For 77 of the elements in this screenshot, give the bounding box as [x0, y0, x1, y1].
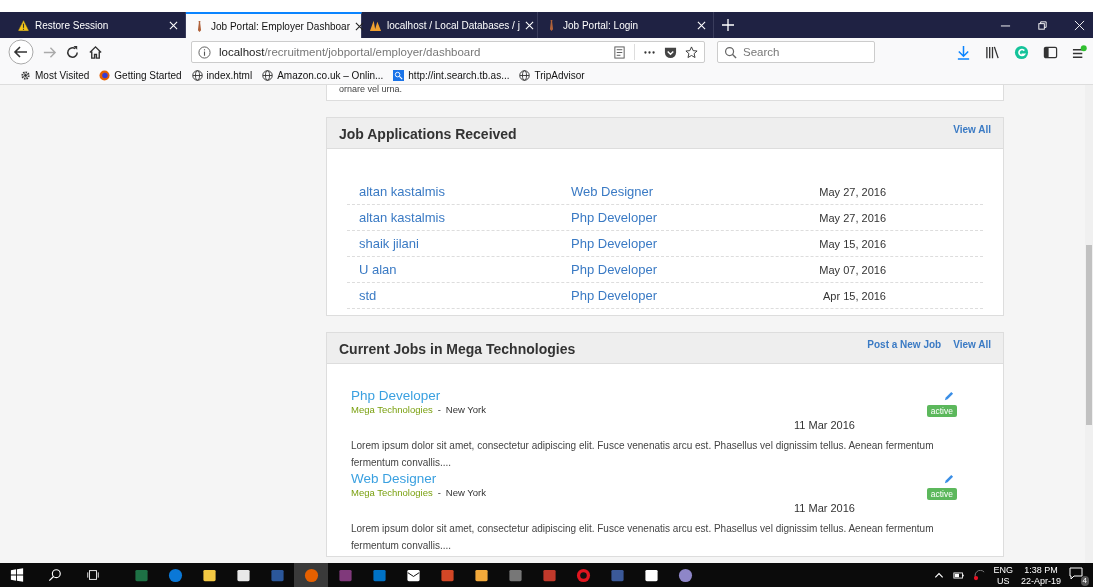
bookmark-item[interactable]: Getting Started: [99, 69, 182, 81]
job-link[interactable]: Php Developer: [571, 236, 796, 251]
info-icon: [198, 45, 211, 59]
new-tab-icon[interactable]: [722, 19, 734, 31]
bookmark-item[interactable]: Amazon.co.uk – Onlin...: [262, 69, 384, 81]
globe-icon: [191, 69, 203, 81]
bookmark-star-icon[interactable]: [685, 45, 698, 59]
separator-text: -: [437, 487, 441, 498]
view-all-link[interactable]: View All: [953, 124, 991, 135]
clock[interactable]: 1:38 PM 22-Apr-19: [1020, 563, 1061, 587]
library-icon[interactable]: [985, 44, 1000, 60]
job-link[interactable]: Php Developer: [571, 262, 796, 277]
search-icon[interactable]: [48, 568, 62, 582]
scrollbar[interactable]: [1085, 85, 1093, 563]
job-link[interactable]: Php Developer: [571, 210, 796, 225]
applicant-link[interactable]: U alan: [347, 262, 571, 277]
gear-icon: [20, 69, 31, 81]
separator-text: -: [437, 404, 441, 415]
date-text: Apr 15, 2016: [822, 289, 886, 302]
date-text: May 15, 2016: [818, 237, 886, 250]
close-icon[interactable]: [354, 21, 364, 31]
windows-start-icon[interactable]: [10, 568, 24, 582]
globe-icon: [262, 69, 274, 81]
home-icon[interactable]: [88, 44, 103, 60]
back-icon[interactable]: [8, 39, 34, 65]
company-text: Mega Technologies: [351, 487, 433, 498]
menu-icon[interactable]: [1072, 44, 1087, 60]
job-title-link[interactable]: Web Designer: [351, 471, 486, 486]
applicant-link[interactable]: altan kastalmis: [347, 210, 571, 225]
search-icon: [393, 69, 405, 81]
wifi-icon[interactable]: [973, 569, 986, 581]
company-text: Mega Technologies: [351, 404, 433, 415]
post-job-link[interactable]: Post a New Job: [867, 339, 942, 350]
date-text: May 27, 2016: [818, 185, 886, 198]
bookmark-item[interactable]: Most Visited: [20, 69, 90, 81]
sail-icon: [369, 18, 382, 32]
description-text: ornare vel urna.: [339, 85, 404, 94]
date-text: May 07, 2016: [818, 263, 886, 276]
location-text: New York: [445, 404, 486, 415]
status-badge: active: [926, 405, 957, 417]
job-link[interactable]: Php Developer: [571, 288, 796, 303]
search-field[interactable]: Search: [717, 41, 875, 63]
applicant-link[interactable]: shaik jilani: [347, 236, 571, 251]
battery-icon[interactable]: [953, 569, 966, 581]
edit-icon[interactable]: [943, 474, 954, 485]
download-icon[interactable]: [956, 44, 971, 60]
applicant-link[interactable]: std: [347, 288, 571, 303]
pocket-icon[interactable]: [664, 45, 677, 59]
panel-title: Job Applications Received: [339, 126, 517, 142]
restore-icon[interactable]: [1037, 19, 1048, 31]
view-all-link[interactable]: View All: [953, 339, 991, 350]
bookmark-item[interactable]: index.html: [191, 69, 253, 81]
address-bar[interactable]: localhost/recruitment/jobportal/employer/dashboard: [191, 41, 705, 63]
job-description: Lorem ipsum dolor sit amet, consectetur adipiscing elit. Fusce venenatis arcu est. Phasellus vel dignissim tellus. Aenean fermentum fermentum convallis....: [351, 439, 935, 470]
edit-icon[interactable]: [943, 391, 954, 402]
date-text: May 27, 2016: [818, 211, 886, 224]
browser-tab[interactable]: Job Portal: Employer Dashboar: [186, 12, 362, 38]
sidebar-icon[interactable]: [1043, 44, 1058, 60]
date-text: 11 Mar 2016: [794, 502, 856, 514]
job-link[interactable]: Web Designer: [571, 184, 796, 199]
applicant-link[interactable]: altan kastalmis: [347, 184, 571, 199]
status-badge: active: [926, 488, 957, 500]
bookmark-item[interactable]: http://int.search.tb.as...: [393, 69, 510, 81]
job-title-link[interactable]: Php Developer: [351, 388, 486, 403]
globe-icon: [519, 69, 531, 81]
task-view-icon[interactable]: [86, 568, 100, 582]
reader-view-icon[interactable]: [613, 45, 626, 59]
search-icon: [724, 45, 737, 59]
job-description: Lorem ipsum dolor sit amet, consectetur adipiscing elit. Fusce venenatis arcu est. Phasellus vel dignissim tellus. Aenean fermentum fermentum convallis....: [351, 522, 935, 553]
warning-icon: [17, 18, 30, 32]
language-indicator[interactable]: ENG US: [993, 563, 1013, 587]
panel-title: Current Jobs in Mega Technologies: [339, 341, 576, 357]
url-text: localhost/recruitment/jobportal/employer/dashboard: [219, 46, 482, 58]
location-text: New York: [445, 487, 486, 498]
reload-icon[interactable]: [65, 44, 80, 60]
bookmark-item[interactable]: TripAdvisor: [519, 69, 585, 81]
date-text: 11 Mar 2016: [794, 419, 856, 431]
